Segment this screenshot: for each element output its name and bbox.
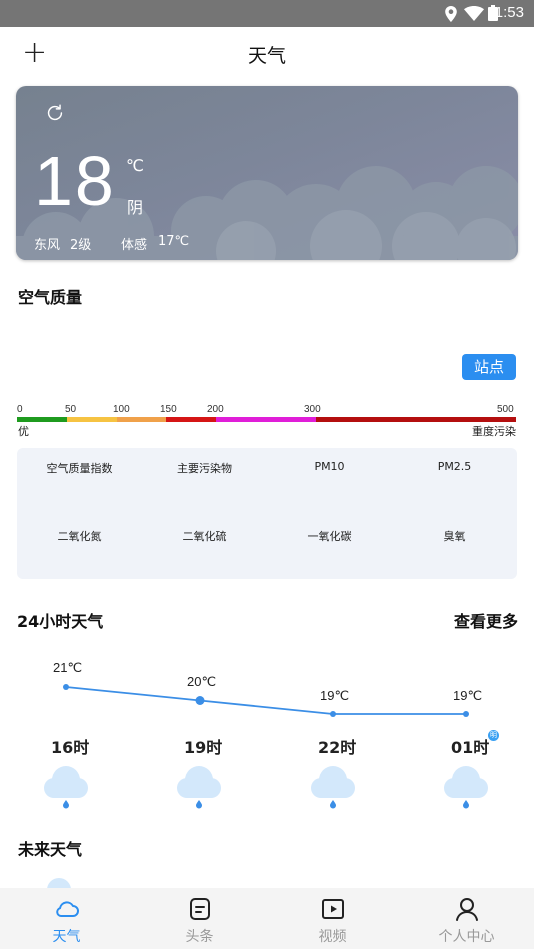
refresh-icon[interactable] xyxy=(44,102,66,124)
scale-segment-light xyxy=(117,417,166,422)
scale-tick: 100 xyxy=(113,404,130,415)
scale-segment-severe xyxy=(316,417,516,422)
scale-tick: 200 xyxy=(207,404,224,415)
aq-item: 主要污染物 xyxy=(177,462,232,475)
rain-cloud-icon xyxy=(44,766,88,809)
wifi-icon xyxy=(464,6,484,21)
profile-icon xyxy=(455,898,478,921)
hour-label: 22时 xyxy=(318,738,357,757)
scale-worst-label: 重度污染 xyxy=(472,425,516,438)
weather-condition: 阴 xyxy=(127,198,144,217)
scale-tick: 50 xyxy=(65,404,77,415)
tomorrow-badge: 明 xyxy=(488,730,499,741)
scale-segment-good xyxy=(17,417,67,422)
scale-tick: 500 xyxy=(497,404,514,415)
nav-label: 天气 xyxy=(52,929,81,945)
rain-cloud-icon xyxy=(311,766,355,809)
wind-direction: 东风 xyxy=(34,238,61,253)
temp-trend-line xyxy=(65,686,466,715)
scale-segment-moderate xyxy=(67,417,117,422)
rain-cloud-icon xyxy=(444,766,488,809)
scale-segment-medium xyxy=(166,417,216,422)
nav-item-video[interactable]: 视频 xyxy=(266,888,399,949)
current-temperature: 18 xyxy=(34,142,116,220)
feels-like-value: 17℃ xyxy=(158,234,190,249)
temp-point xyxy=(330,711,336,717)
temp-point xyxy=(63,684,69,690)
temp-point xyxy=(463,711,469,717)
nav-label: 个人中心 xyxy=(438,929,495,945)
aq-item: 空气质量指数 xyxy=(46,462,113,475)
cloud-icon xyxy=(47,878,71,888)
video-icon xyxy=(321,899,344,919)
hourly-title: 24小时天气 xyxy=(17,612,104,631)
scale-tick: 150 xyxy=(160,404,177,415)
air-quality-title: 空气质量 xyxy=(18,288,83,307)
nav-item-weather[interactable]: 天气 xyxy=(0,888,133,949)
scale-segment-heavy xyxy=(216,417,316,422)
aq-item: PM10 xyxy=(314,460,345,473)
hour-label: 19时 xyxy=(184,738,223,757)
temperature-unit: ℃ xyxy=(126,156,144,175)
location-icon xyxy=(445,6,457,22)
aq-item: 一氧化碳 xyxy=(307,530,352,543)
future-weather-title: 未来天气 xyxy=(18,840,83,859)
hour-label: 01时 xyxy=(451,738,490,757)
news-icon xyxy=(189,898,210,920)
nav-item-profile[interactable]: 个人中心 xyxy=(400,888,533,949)
air-quality-grid: 空气质量指数 主要污染物 PM10 PM2.5 二氧化氮 二氧化硫 一氧化碳 臭… xyxy=(17,448,517,579)
bottom-nav: 天气 头条 视频 个人中心 xyxy=(0,888,534,949)
rain-cloud-icon xyxy=(177,766,221,809)
feels-like-label: 体感 xyxy=(121,238,148,253)
status-time: 1:53 xyxy=(494,4,524,21)
aq-item: 二氧化硫 xyxy=(182,530,227,543)
wind-level: 2级 xyxy=(70,238,92,253)
scale-tick: 0 xyxy=(17,404,23,415)
scale-tick: 300 xyxy=(304,404,321,415)
nav-label: 视频 xyxy=(318,929,347,945)
nav-item-news[interactable]: 头条 xyxy=(133,888,266,949)
view-more-link[interactable]: 查看更多 xyxy=(454,608,518,632)
status-bar: 1:53 xyxy=(0,0,534,27)
cloud-icon xyxy=(55,901,79,917)
nav-label: 头条 xyxy=(185,929,214,945)
aq-item: 臭氧 xyxy=(443,530,466,543)
page-title: 天气 xyxy=(247,45,286,67)
hourly-temp-line-chart xyxy=(63,684,469,717)
aq-item: PM2.5 xyxy=(437,460,472,473)
aq-item: 二氧化氮 xyxy=(57,530,102,543)
temp-point xyxy=(195,696,205,705)
scale-best-label: 优 xyxy=(18,425,29,438)
app-header: + 天气 xyxy=(0,27,534,83)
current-weather-card: 18 ℃ 阴 东风 2级 体感 17℃ xyxy=(16,86,518,260)
hour-label: 16时 xyxy=(51,738,90,757)
station-button[interactable]: 站点 xyxy=(462,354,516,380)
